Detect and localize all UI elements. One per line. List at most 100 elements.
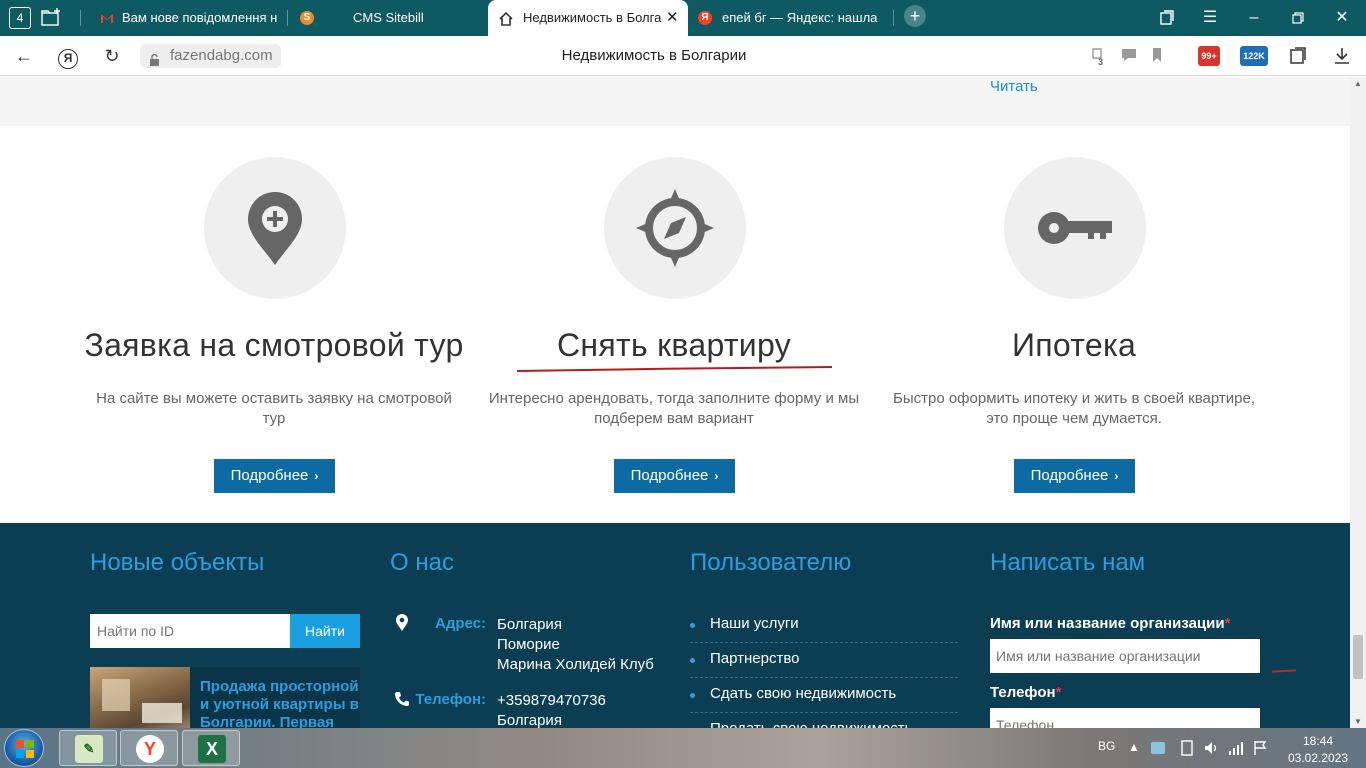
user-link-partnership[interactable]: Партнерство [690,643,958,678]
search-button[interactable]: Найти [290,614,360,648]
chevron-right-icon: › [714,469,719,483]
start-button[interactable] [4,729,44,767]
service-description: Быстро оформить ипотеку и жить в своей к… [892,390,1255,427]
tab-label: епей бг — Яндекс: нашла [722,10,878,25]
bullet [690,693,695,698]
chevron-right-icon: › [314,469,319,483]
phone-field-label: Телефон* [990,684,1062,701]
bookmark-icon[interactable] [1146,46,1168,66]
downloads-icon[interactable] [1331,46,1353,66]
new-objects-heading: Новые объекты [90,549,265,576]
phone-country: Болгария [497,712,562,728]
map-marker-icon [395,614,409,637]
tab-separator [287,10,288,26]
windows-taskbar: ✎ Y X BG ▲ 18:44 03.02.2023 [0,728,1366,768]
scroll-thumb[interactable] [1353,635,1363,679]
tab-label: CMS Sitebill [353,10,424,25]
tray-app-icon[interactable] [1150,740,1166,759]
scroll-down-icon[interactable]: ▼ [1354,717,1362,726]
phone-number[interactable]: +359879470736 [497,691,606,711]
blue-extension-icon[interactable]: 122K [1240,46,1268,66]
sitebill-icon: S [300,11,314,25]
required-asterisk: * [1055,684,1062,701]
user-link-sell[interactable]: Продать свою недвижимость [690,713,958,728]
search-by-id-input[interactable] [90,614,290,648]
tab-count-button[interactable]: 4 [9,7,31,29]
bookmarks-panel-icon[interactable] [1144,0,1188,36]
tab-cms-sitebill[interactable]: S CMS Sitebill [292,0,482,36]
tab-label: Вам нове повідомлення н [122,10,278,25]
bullet [690,658,695,663]
footer: Новые объекты Найти Продажа просторной и… [0,523,1350,728]
tab-active-realty[interactable]: Недвижимость в Болга ✕ [488,0,688,36]
red-extension-icon[interactable]: 99+ [1198,46,1220,66]
name-field-label: Имя или название организации* [990,615,1231,632]
clock-date[interactable]: 03.02.2023 [1283,751,1353,765]
tab-separator [80,10,81,26]
action-center-flag-icon[interactable] [1253,740,1267,759]
volume-icon[interactable] [1203,740,1219,759]
excel-icon: X [198,735,226,763]
close-window-icon[interactable]: ✕ [1320,0,1364,36]
collections-icon[interactable] [1287,46,1309,66]
minimize-icon[interactable]: – [1232,0,1276,36]
compass-icon [636,189,714,267]
handwritten-underline [516,366,833,372]
address-line: Поморие [497,636,560,653]
user-heading: Пользователю [690,549,852,576]
service-title: Снять квартиру [556,327,792,363]
required-asterisk: * [1224,615,1231,632]
device-icon[interactable] [1180,740,1194,759]
chevron-right-icon: › [1114,469,1119,483]
address-line: Болгария [497,616,562,633]
button-label: Подробнее [1030,467,1109,484]
phone-input[interactable] [990,708,1260,728]
service-details-button[interactable]: Подробнее › [1014,459,1135,493]
clock-time[interactable]: 18:44 [1290,734,1346,748]
new-tab-button[interactable]: + [893,0,937,36]
service-title: Заявка на смотровой тур [84,327,464,363]
service-title: Ипотека [1011,327,1137,363]
yandex-icon: Я [698,11,712,25]
read-more-link[interactable]: Читать [990,78,1038,95]
language-indicator[interactable]: BG [1098,739,1115,753]
tab-count-label: 4 [16,11,24,25]
about-heading: О нас [390,549,454,576]
object-photo[interactable] [90,667,190,728]
scroll-up-icon[interactable]: ▲ [1354,79,1362,88]
taskbar-yandex-browser-app[interactable]: Y [120,730,178,766]
phone-icon [394,691,410,712]
object-title-link[interactable]: Продажа просторной и уютной квартиры в Б… [200,678,360,728]
taskbar-excel-app[interactable]: X [182,730,240,766]
service-details-button[interactable]: Подробнее › [614,459,735,493]
show-hidden-icons[interactable]: ▲ [1128,740,1140,754]
browser-tab-bar: 4 Вам нове повідомлення н S CMS Sitebill… [0,0,1366,36]
service-icon-circle [1004,157,1146,299]
address-bar: ← Я ↻ fazendabg.com Недвижимость в Болга… [0,36,1366,76]
map-pin-plus-icon [248,192,302,265]
news-section: Читать [0,77,1350,126]
network-signal-icon[interactable] [1228,740,1244,759]
windows-logo-icon [16,740,34,758]
tab-gmail[interactable]: Вам нове повідомлення н [88,0,278,36]
bullet [690,623,695,628]
tab-groups-icon[interactable] [40,7,62,29]
user-link-rent-out[interactable]: Сдать свою недвижимость [690,678,958,713]
contact-heading: Написать нам [990,549,1146,576]
notifications-icon[interactable]: 3 [1086,46,1108,67]
new-object-card[interactable]: Продажа просторной и уютной квартиры в Б… [90,667,360,728]
close-tab-icon[interactable]: ✕ [666,0,679,36]
tab-yandex-search[interactable]: Я епей бг — Яндекс: нашла [690,0,886,36]
comments-icon[interactable] [1118,46,1140,66]
menu-icon[interactable]: ☰ [1188,0,1232,36]
service-description: Интересно арендовать, тогда заполните фо… [488,390,860,427]
plus-icon: + [904,5,926,27]
name-input[interactable] [990,639,1260,673]
restore-icon[interactable] [1276,0,1320,36]
page-scrollbar[interactable]: ▲ ▼ [1350,77,1366,728]
taskbar-notepad-app[interactable]: ✎ [59,730,117,766]
gmail-icon [100,11,114,25]
user-link-services[interactable]: Наши услуги [690,608,958,643]
page-title: Недвижимость в Болгарии [561,47,747,64]
service-details-button[interactable]: Подробнее › [214,459,335,493]
